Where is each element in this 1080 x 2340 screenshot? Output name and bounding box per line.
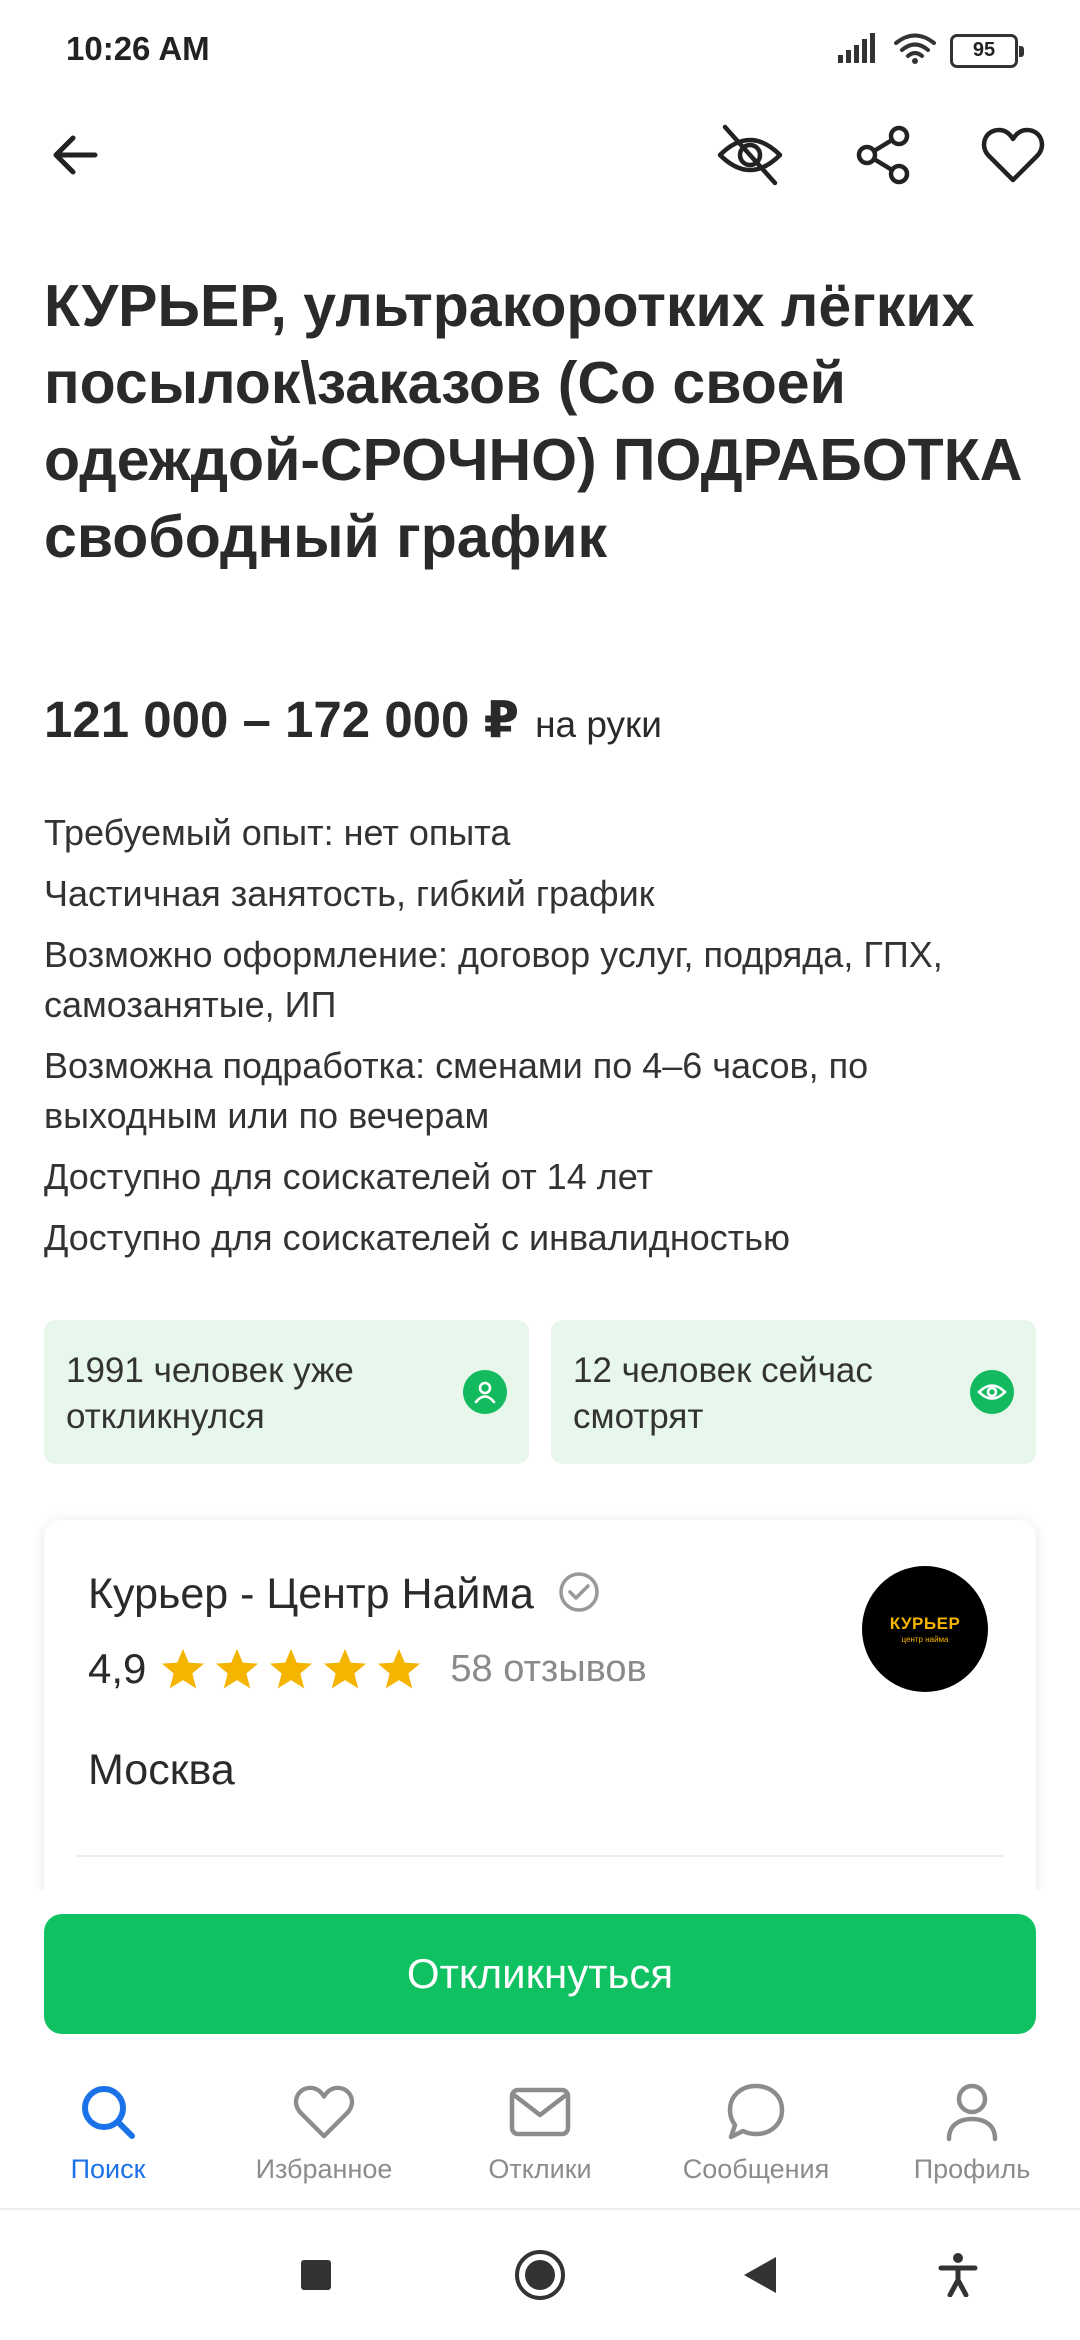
chat-bubble-icon xyxy=(726,2076,786,2148)
detail-part-time: Возможна подработка: сменами по 4–6 часо… xyxy=(44,1045,869,1136)
nav-item-favorites[interactable]: Избранное xyxy=(224,2076,424,2185)
nav-item-search[interactable]: Поиск xyxy=(8,2076,208,2185)
vacancy-title: КУРЬЕР, ультракоротких лёгких посылок\за… xyxy=(44,273,1023,570)
star-icon xyxy=(270,1648,313,1689)
share-button[interactable] xyxy=(838,110,928,200)
status-time: 10:26 AM xyxy=(66,30,210,67)
signal-icon xyxy=(838,33,880,68)
favorite-button[interactable] xyxy=(968,110,1058,200)
wifi-icon xyxy=(894,32,936,69)
logo-sub-text: центр найма xyxy=(901,1635,949,1644)
star-icon xyxy=(378,1648,421,1689)
salary: 121 000 – 172 000 ₽ на руки xyxy=(44,690,662,750)
nav-item-profile[interactable]: Профиль xyxy=(872,2076,1072,2185)
star-icon xyxy=(216,1648,259,1689)
verified-icon xyxy=(558,1571,600,1618)
triangle-back-icon xyxy=(744,2257,776,2293)
viewing-card: 12 человек сейчас смотрят xyxy=(551,1320,1036,1464)
rating-row[interactable]: 4,9 58 отзывов xyxy=(88,1645,647,1693)
company-city: Москва xyxy=(88,1746,235,1794)
star-icon xyxy=(162,1648,205,1689)
nav-item-messages[interactable]: Сообщения xyxy=(656,2076,856,2185)
search-icon xyxy=(78,2076,138,2148)
envelope-icon xyxy=(509,2076,571,2148)
person-icon xyxy=(463,1370,507,1414)
detail-disability: Доступно для соискателей с инвалидностью xyxy=(44,1217,790,1258)
company-name-row: Курьер - Центр Найма xyxy=(88,1570,600,1619)
rating-value: 4,9 xyxy=(88,1645,147,1692)
salary-amount: 121 000 – 172 000 ₽ xyxy=(44,691,520,748)
viewing-text: 12 человек сейчас смотрят xyxy=(573,1351,873,1436)
nav-label-search: Поиск xyxy=(70,2154,146,2184)
star-icon xyxy=(324,1648,367,1689)
eye-off-icon xyxy=(717,124,783,186)
responded-card: 1991 человек уже откликнулся xyxy=(44,1320,529,1464)
detail-age: Доступно для соискателей от 14 лет xyxy=(44,1156,654,1197)
bottom-nav: Поиск Избранное Отклики Сообщения Профил… xyxy=(0,2060,1080,2210)
divider xyxy=(76,1855,1004,1857)
nav-label-responses: Отклики xyxy=(488,2154,592,2184)
battery-icon: 95 xyxy=(950,33,1024,68)
hide-vacancy-button[interactable] xyxy=(705,110,795,200)
salary-note: на руки xyxy=(535,704,662,745)
nav-label-profile: Профиль xyxy=(913,2154,1031,2184)
home-button[interactable] xyxy=(505,2240,575,2310)
detail-employment: Частичная занятость, гибкий график xyxy=(44,873,655,914)
star-rating xyxy=(160,1647,422,1691)
top-toolbar xyxy=(0,110,1080,210)
back-button[interactable] xyxy=(30,110,120,200)
system-nav-bar xyxy=(0,2212,1080,2340)
eye-icon xyxy=(970,1370,1014,1414)
status-icons: 95 xyxy=(838,32,1024,69)
person-icon xyxy=(944,2076,1000,2148)
nav-label-favorites: Избранное xyxy=(255,2154,393,2184)
heart-icon xyxy=(981,127,1045,183)
responded-text: 1991 человек уже откликнулся xyxy=(66,1351,354,1436)
cta-area: Откликнуться xyxy=(0,1890,1080,2060)
respond-button[interactable]: Откликнуться xyxy=(44,1914,1036,2034)
accessibility-icon xyxy=(938,2253,978,2297)
share-icon xyxy=(856,125,910,185)
detail-contract: Возможно оформление: договор услуг, подр… xyxy=(44,934,943,1025)
nav-item-responses[interactable]: Отклики xyxy=(440,2076,640,2185)
company-logo: КУРЬЕР центр найма xyxy=(862,1566,988,1692)
nav-label-messages: Сообщения xyxy=(682,2154,830,2184)
vacancy-stats: 1991 человек уже откликнулся 12 человек … xyxy=(44,1320,1036,1464)
heart-icon xyxy=(293,2076,355,2148)
logo-main-text: КУРЬЕР xyxy=(889,1614,961,1633)
square-icon xyxy=(301,2260,331,2290)
reviews-count[interactable]: 58 отзывов xyxy=(450,1648,646,1691)
detail-experience: Требуемый опыт: нет опыта xyxy=(44,812,511,853)
accessibility-button[interactable] xyxy=(923,2240,993,2310)
arrow-left-icon xyxy=(53,135,98,175)
circle-icon xyxy=(515,2250,565,2300)
recents-button[interactable] xyxy=(281,2240,351,2310)
company-name[interactable]: Курьер - Центр Найма xyxy=(88,1570,534,1619)
status-bar: 10:26 AM 95 xyxy=(0,0,1080,100)
vacancy-details: Требуемый опыт: нет опыта Частичная заня… xyxy=(44,808,1044,1274)
company-card[interactable]: Курьер - Центр Найма 4,9 58 отзывов Моск… xyxy=(44,1520,1036,1900)
back-nav-button[interactable] xyxy=(725,2240,795,2310)
